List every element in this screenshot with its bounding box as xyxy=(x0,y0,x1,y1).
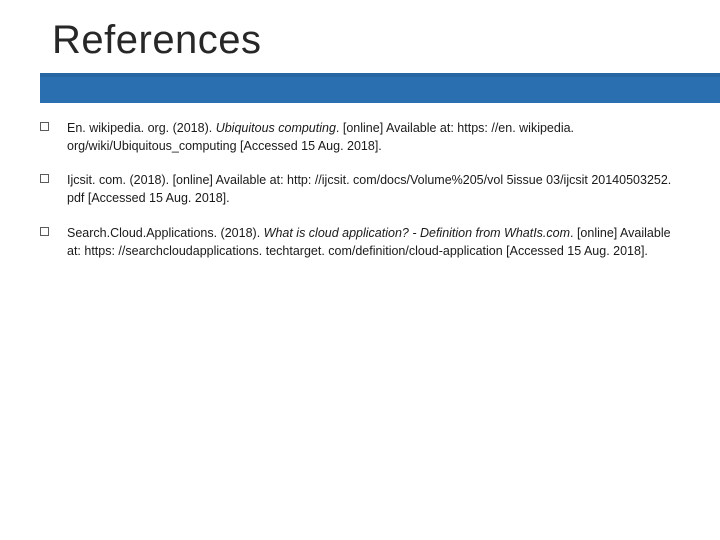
ref-prefix: En. wikipedia. org. (2018). xyxy=(67,121,216,135)
slide: References En. wikipedia. org. (2018). U… xyxy=(0,0,720,540)
reference-text: Ijcsit. com. (2018). [online] Available … xyxy=(67,171,680,207)
list-item: Search.Cloud.Applications. (2018). What … xyxy=(40,224,680,260)
accent-band xyxy=(0,73,720,103)
ref-prefix: Search.Cloud.Applications. (2018). xyxy=(67,226,264,240)
accent-band-gap xyxy=(0,73,40,103)
bullet-icon xyxy=(40,122,49,131)
references-list: En. wikipedia. org. (2018). Ubiquitous c… xyxy=(0,103,720,260)
title-area: References xyxy=(0,0,720,63)
ref-italic: Ubiquitous computing xyxy=(216,121,336,135)
list-item: Ijcsit. com. (2018). [online] Available … xyxy=(40,171,680,207)
reference-text: En. wikipedia. org. (2018). Ubiquitous c… xyxy=(67,119,680,155)
reference-text: Search.Cloud.Applications. (2018). What … xyxy=(67,224,680,260)
list-item: En. wikipedia. org. (2018). Ubiquitous c… xyxy=(40,119,680,155)
page-title: References xyxy=(52,18,720,63)
bullet-icon xyxy=(40,174,49,183)
accent-band-wrap xyxy=(0,73,720,103)
ref-italic: What is cloud application? - Definition … xyxy=(264,226,570,240)
accent-band-shadow xyxy=(40,73,720,77)
bullet-icon xyxy=(40,227,49,236)
ref-prefix: Ijcsit. com. (2018). [online] Available … xyxy=(67,173,671,205)
